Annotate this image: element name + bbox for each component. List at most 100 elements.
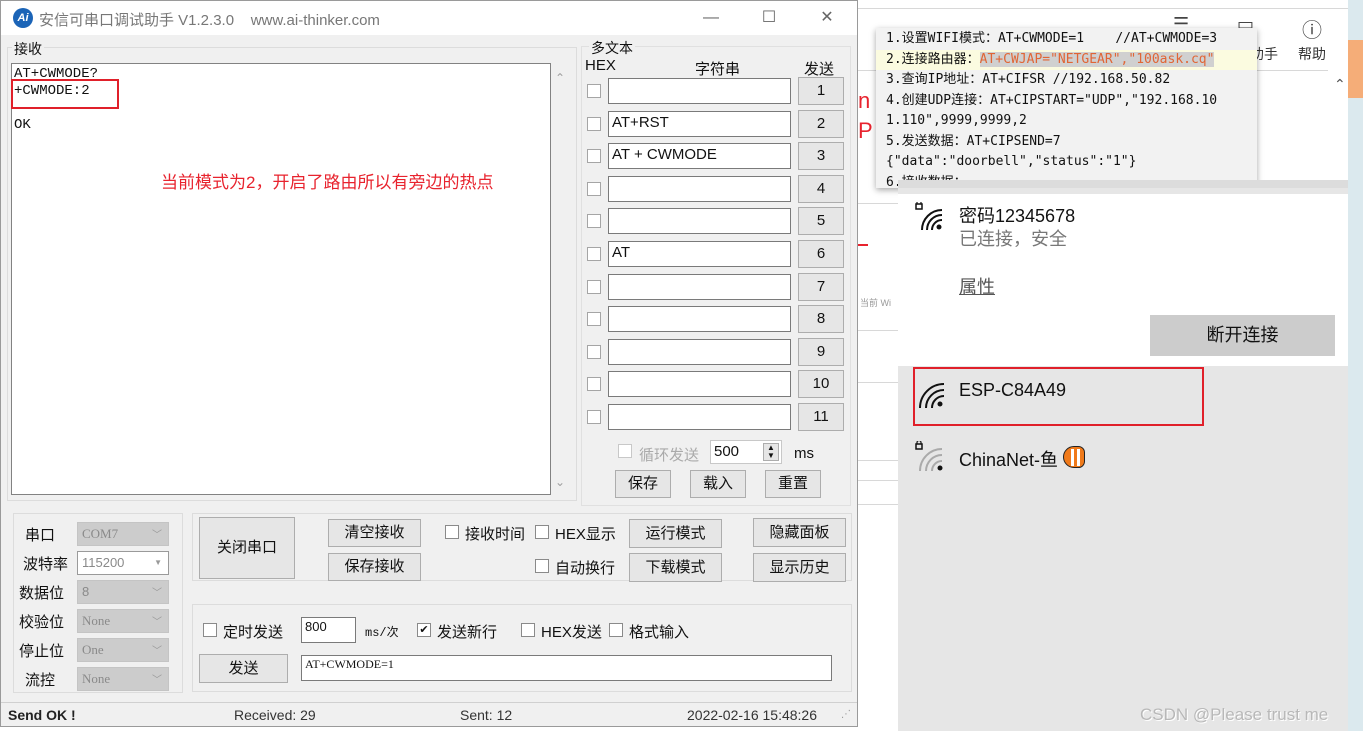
close-port-button[interactable]: 关闭串口 bbox=[199, 517, 295, 579]
timed-send-checkbox[interactable] bbox=[203, 623, 217, 637]
string-input[interactable] bbox=[608, 306, 791, 333]
side-tab[interactable] bbox=[1348, 40, 1363, 98]
hex-checkbox[interactable] bbox=[587, 116, 601, 131]
send-newline-label: 发送新行 bbox=[437, 624, 498, 641]
stopbits-select[interactable]: One ﹀ bbox=[77, 638, 169, 662]
string-input[interactable] bbox=[608, 208, 791, 235]
string-input[interactable] bbox=[608, 78, 791, 104]
hex-send-checkbox[interactable] bbox=[521, 623, 535, 637]
receive-textarea[interactable]: AT+CWMODE? +CWMODE:2 OK bbox=[11, 63, 551, 495]
resize-grip-icon[interactable]: ⋰ bbox=[841, 709, 851, 720]
string-input[interactable]: AT bbox=[608, 241, 791, 267]
spin-arrows-icon[interactable]: ▲ ▼ bbox=[763, 443, 779, 461]
send-row-button[interactable]: 10 bbox=[798, 370, 844, 399]
send-row-button[interactable]: 5 bbox=[798, 207, 844, 236]
port-label: 串口 bbox=[25, 527, 56, 544]
hex-checkbox[interactable] bbox=[587, 344, 601, 359]
save-receive-button[interactable]: 保存接收 bbox=[328, 553, 421, 581]
dropdown-arrow-icon: ▼ bbox=[154, 558, 162, 567]
baud-select[interactable]: 115200 ▼ bbox=[77, 551, 169, 575]
hex-checkbox[interactable] bbox=[587, 247, 601, 261]
send-row-button[interactable]: 3 bbox=[798, 142, 844, 171]
string-input[interactable]: AT+RST bbox=[608, 110, 791, 137]
note-line: 5.发送数据：AT+CIPSEND=7 bbox=[886, 132, 1257, 153]
stopbits-label: 停止位 bbox=[19, 643, 65, 660]
send-row-button[interactable]: 1 bbox=[798, 77, 844, 105]
scroll-up-icon[interactable]: ⌃ bbox=[555, 71, 565, 85]
loop-send-checkbox[interactable] bbox=[618, 444, 632, 458]
send-row-button[interactable]: 7 bbox=[798, 272, 844, 301]
reset-button[interactable]: 重置 bbox=[765, 470, 821, 498]
close-button[interactable]: ✕ bbox=[797, 1, 857, 35]
string-input[interactable]: AT + CWMODE bbox=[608, 143, 791, 170]
hex-checkbox[interactable] bbox=[587, 214, 601, 229]
databits-select[interactable]: 8 ﹀ bbox=[77, 580, 169, 604]
help-circle-icon[interactable]: ⓘ bbox=[1302, 14, 1322, 43]
send-row-button[interactable]: 11 bbox=[798, 403, 844, 431]
window-title: 安信可串口调试助手 V1.2.3.0 www.ai-thinker.com bbox=[39, 12, 380, 29]
disconnect-button[interactable]: 断开连接 bbox=[1150, 315, 1335, 356]
received-count: Received: 29 bbox=[234, 707, 316, 723]
network-name: ChinaNet-鱼 bbox=[959, 450, 1059, 470]
wifi-secured-weak-icon bbox=[915, 441, 943, 471]
status-datetime: 2022-02-16 15:48:26 bbox=[687, 707, 817, 723]
send-column-header: 发送 bbox=[804, 61, 835, 78]
parity-select[interactable]: None ﹀ bbox=[77, 609, 169, 633]
load-button[interactable]: 载入 bbox=[690, 470, 746, 498]
maximize-button[interactable]: ☐ bbox=[739, 1, 799, 35]
show-history-button[interactable]: 显示历史 bbox=[753, 553, 846, 582]
string-input[interactable] bbox=[608, 404, 791, 430]
send-newline-checkbox[interactable]: ✔ bbox=[417, 623, 431, 637]
hex-display-checkbox[interactable] bbox=[535, 525, 549, 539]
auto-wrap-checkbox[interactable] bbox=[535, 559, 549, 573]
loop-interval-spinbox[interactable]: 500 ▲ ▼ bbox=[710, 440, 782, 464]
timed-interval-input[interactable]: 800 bbox=[301, 617, 356, 643]
download-mode-button[interactable]: 下载模式 bbox=[629, 553, 722, 582]
bg-partial-text: 当前 Wi bbox=[860, 298, 891, 308]
send-row-button[interactable]: 2 bbox=[798, 109, 844, 138]
clear-receive-button[interactable]: 清空接收 bbox=[328, 519, 421, 547]
bg-red-text: P bbox=[858, 118, 873, 143]
send-text-input[interactable]: AT+CWMODE=1 bbox=[301, 655, 832, 681]
status-message: Send OK ! bbox=[8, 707, 76, 723]
hex-checkbox[interactable] bbox=[587, 312, 601, 327]
run-mode-button[interactable]: 运行模式 bbox=[629, 519, 722, 548]
hex-checkbox[interactable] bbox=[587, 279, 601, 294]
scroll-down-icon[interactable]: ⌄ bbox=[555, 475, 565, 489]
note-line: 4.创建UDP连接：AT+CIPSTART="UDP","192.168.10 bbox=[886, 91, 1257, 112]
flow-select[interactable]: None ﹀ bbox=[77, 667, 169, 691]
port-value: COM7 bbox=[82, 526, 119, 541]
hex-column-header: HEX bbox=[585, 57, 616, 74]
send-row-button[interactable]: 6 bbox=[798, 240, 844, 268]
chevron-down-icon: ﹀ bbox=[152, 646, 162, 657]
string-input[interactable] bbox=[608, 273, 791, 300]
send-row-button[interactable]: 9 bbox=[798, 337, 844, 366]
interval-unit-label: ms/次 bbox=[365, 626, 399, 640]
hex-checkbox[interactable] bbox=[587, 84, 601, 98]
save-button[interactable]: 保存 bbox=[615, 470, 671, 498]
toolbar-label-help[interactable]: 帮助 bbox=[1298, 44, 1326, 64]
string-input[interactable] bbox=[608, 175, 791, 202]
baud-label: 波特率 bbox=[23, 556, 69, 573]
chevron-up-icon[interactable]: ⌃ bbox=[1334, 76, 1346, 93]
receive-scrollbar[interactable]: ⌃ ⌄ bbox=[551, 63, 573, 495]
send-row-button[interactable]: 8 bbox=[798, 305, 844, 334]
send-button[interactable]: 发送 bbox=[199, 654, 288, 683]
network-item-chinanet[interactable]: ChinaNet-鱼 bbox=[898, 435, 1348, 495]
hex-checkbox[interactable] bbox=[587, 181, 601, 196]
hex-checkbox[interactable] bbox=[587, 377, 601, 392]
connected-network-item[interactable]: 密码12345678 已连接，安全 属性 断开连接 bbox=[898, 194, 1348, 366]
minimize-button[interactable]: — bbox=[681, 1, 741, 35]
port-select[interactable]: COM7 ﹀ bbox=[77, 522, 169, 546]
hide-panel-button[interactable]: 隐藏面板 bbox=[753, 518, 846, 547]
string-input[interactable] bbox=[608, 338, 791, 365]
loop-send-label: 循环发送 bbox=[639, 447, 700, 464]
hex-checkbox[interactable] bbox=[587, 410, 601, 424]
properties-link[interactable]: 属性 bbox=[959, 273, 995, 299]
string-input[interactable] bbox=[608, 371, 791, 398]
receive-time-checkbox[interactable] bbox=[445, 525, 459, 539]
format-input-checkbox[interactable] bbox=[609, 623, 623, 637]
title-bar[interactable]: Ai 安信可串口调试助手 V1.2.3.0 www.ai-thinker.com… bbox=[1, 1, 857, 35]
send-row-button[interactable]: 4 bbox=[798, 174, 844, 203]
hex-checkbox[interactable] bbox=[587, 149, 601, 164]
